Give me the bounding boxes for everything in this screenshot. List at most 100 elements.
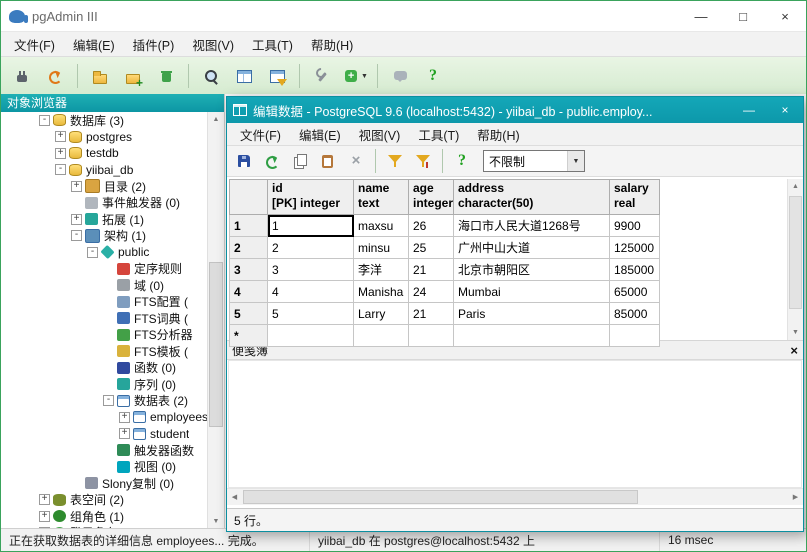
row-number-cell[interactable]: 3	[230, 259, 268, 281]
data-cell[interactable]: 2	[268, 237, 354, 259]
tree-item[interactable]: -数据库 (3)	[1, 112, 208, 129]
data-cell[interactable]	[454, 325, 610, 347]
grid-vertical-scrollbar[interactable]	[787, 179, 803, 340]
tree-item[interactable]: FTS配置 (	[1, 294, 208, 311]
scratchpad-textarea[interactable]	[228, 360, 802, 488]
scrollbar-track[interactable]	[208, 127, 224, 514]
expand-icon[interactable]: +	[39, 494, 50, 505]
tree-item[interactable]: +student	[1, 426, 208, 443]
tree-item[interactable]: 定序规则	[1, 261, 208, 278]
hint-button[interactable]	[385, 61, 415, 91]
collapse-icon[interactable]: -	[39, 115, 50, 126]
scrollbar-track[interactable]	[788, 194, 803, 325]
scrollbar-thumb[interactable]	[243, 490, 638, 504]
scrollbar-thumb[interactable]	[209, 262, 223, 427]
data-cell[interactable]: 24	[409, 281, 454, 303]
sort-filter-button[interactable]	[410, 149, 436, 173]
column-header[interactable]: addresscharacter(50)	[454, 180, 610, 215]
horizontal-scrollbar[interactable]	[227, 488, 803, 505]
expand-icon[interactable]: +	[119, 428, 130, 439]
execute-plugin-button[interactable]: ▼	[340, 61, 370, 91]
data-cell[interactable]: 25	[409, 237, 454, 259]
tree-item[interactable]: 触发器函数	[1, 442, 208, 459]
data-cell[interactable]: 9900	[610, 215, 660, 237]
tree-item[interactable]: +拓展 (1)	[1, 211, 208, 228]
row-number-cell[interactable]: 1	[230, 215, 268, 237]
row-number-cell[interactable]: 4	[230, 281, 268, 303]
scrollbar-thumb[interactable]	[789, 196, 802, 309]
drop-object-button[interactable]	[151, 61, 181, 91]
tree-item[interactable]: Slony复制 (0)	[1, 475, 208, 492]
view-data-button[interactable]	[229, 61, 259, 91]
tree-item[interactable]: FTS词典 (	[1, 310, 208, 327]
collapse-icon[interactable]: -	[55, 164, 66, 175]
data-cell[interactable]: 1	[268, 215, 354, 237]
data-cell[interactable]	[409, 325, 454, 347]
scroll-down-icon[interactable]	[208, 514, 224, 529]
data-cell[interactable]: 4	[268, 281, 354, 303]
save-button[interactable]	[231, 149, 257, 173]
maximize-button[interactable]: □	[722, 1, 764, 31]
data-cell[interactable]: 21	[409, 259, 454, 281]
edit-close-button[interactable]: ×	[767, 97, 803, 123]
expand-icon[interactable]: +	[39, 511, 50, 522]
minimize-button[interactable]: —	[680, 1, 722, 31]
data-cell[interactable]: 21	[409, 303, 454, 325]
expand-icon[interactable]: +	[55, 148, 66, 159]
data-cell[interactable]: 26	[409, 215, 454, 237]
column-header[interactable]: id[PK] integer	[268, 180, 354, 215]
tree-item[interactable]: -架构 (1)	[1, 228, 208, 245]
limit-select[interactable]: 不限制	[483, 150, 585, 172]
row-number-cell[interactable]: 2	[230, 237, 268, 259]
copy-button[interactable]	[287, 149, 313, 173]
scroll-up-icon[interactable]	[788, 179, 803, 194]
collapse-icon[interactable]: -	[103, 395, 114, 406]
create-object-button[interactable]	[118, 61, 148, 91]
menu-item-4[interactable]: 帮助(H)	[468, 122, 528, 147]
menu-item-2[interactable]: 插件(P)	[124, 32, 184, 57]
scroll-right-icon[interactable]	[788, 489, 803, 505]
delete-row-button[interactable]	[343, 149, 369, 173]
edit-window-titlebar[interactable]: 编辑数据 - PostgreSQL 9.6 (localhost:5432) -…	[227, 97, 803, 123]
column-header[interactable]: salaryreal	[610, 180, 660, 215]
data-cell[interactable]	[610, 325, 660, 347]
tree-item[interactable]: +目录 (2)	[1, 178, 208, 195]
help-button[interactable]	[449, 149, 475, 173]
tree-item[interactable]: 函数 (0)	[1, 360, 208, 377]
menu-item-0[interactable]: 文件(F)	[231, 122, 290, 147]
sidebar-scrollbar[interactable]	[207, 112, 224, 529]
tree-item[interactable]: FTS分析器	[1, 327, 208, 344]
tree-item[interactable]: +employees	[1, 409, 208, 426]
close-button[interactable]: ×	[764, 1, 806, 31]
data-cell[interactable]	[354, 325, 409, 347]
data-cell[interactable]: maxsu	[354, 215, 409, 237]
tree-item[interactable]: -数据表 (2)	[1, 393, 208, 410]
scratchpad-close-button[interactable]: ×	[790, 343, 798, 358]
tree-item[interactable]: -public	[1, 244, 208, 261]
data-cell[interactable]: minsu	[354, 237, 409, 259]
collapse-icon[interactable]: -	[71, 230, 82, 241]
help-button[interactable]	[418, 61, 448, 91]
data-cell[interactable]: 海口市人民大道1268号	[454, 215, 610, 237]
row-number-cell[interactable]: *	[230, 325, 268, 347]
data-cell[interactable]: 5	[268, 303, 354, 325]
data-cell[interactable]: Mumbai	[454, 281, 610, 303]
tree-item[interactable]: 序列 (0)	[1, 376, 208, 393]
expand-icon[interactable]: +	[55, 131, 66, 142]
filtered-view-button[interactable]	[262, 61, 292, 91]
expand-icon[interactable]: +	[71, 214, 82, 225]
tree-item[interactable]: +postgres	[1, 129, 208, 146]
menu-item-0[interactable]: 文件(F)	[5, 32, 64, 57]
menu-item-4[interactable]: 工具(T)	[243, 32, 302, 57]
data-cell[interactable]: Larry	[354, 303, 409, 325]
scroll-left-icon[interactable]	[227, 489, 242, 505]
data-cell[interactable]: 3	[268, 259, 354, 281]
collapse-icon[interactable]: -	[87, 247, 98, 258]
expand-icon[interactable]: +	[71, 181, 82, 192]
scrollbar-track[interactable]	[242, 489, 788, 505]
data-cell[interactable]: 李洋	[354, 259, 409, 281]
refresh-button[interactable]	[40, 61, 70, 91]
data-cell[interactable]: 85000	[610, 303, 660, 325]
scroll-down-icon[interactable]	[788, 325, 803, 340]
paste-button[interactable]	[315, 149, 341, 173]
